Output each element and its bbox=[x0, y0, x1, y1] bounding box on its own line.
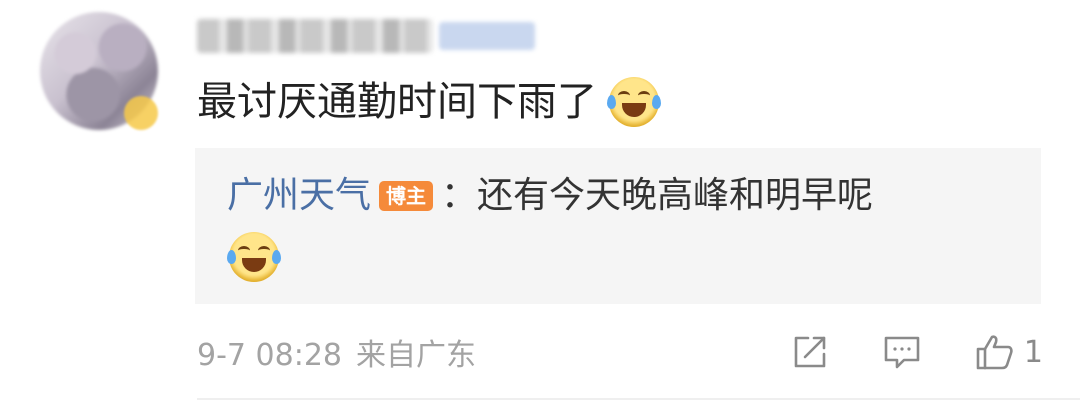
comment-footer: 9-7 08:28 来自广东 1 bbox=[197, 326, 1043, 378]
share-button[interactable] bbox=[790, 332, 830, 372]
comment-card: 最讨厌通勤时间下雨了 广州天气 博主 ： 还有今天晚高峰和明早呢 9-7 08:… bbox=[0, 0, 1080, 405]
comment-text: 最讨厌通勤时间下雨了 bbox=[197, 79, 597, 125]
timestamp: 9-7 08:28 bbox=[197, 338, 342, 373]
reply-separator: ： bbox=[441, 175, 478, 216]
username-blur bbox=[197, 19, 433, 53]
thumbs-up-icon bbox=[976, 335, 1013, 370]
user-tag-blur bbox=[439, 22, 535, 50]
like-count: 1 bbox=[1023, 334, 1043, 370]
divider bbox=[197, 398, 1080, 400]
username-blurred[interactable] bbox=[197, 16, 535, 56]
comment-button[interactable] bbox=[882, 332, 922, 372]
like-button[interactable]: 1 bbox=[974, 331, 1043, 373]
reply-text: 还有今天晚高峰和明早呢 bbox=[477, 175, 874, 216]
comment-actions: 1 bbox=[738, 326, 1043, 378]
comment-content: 最讨厌通勤时间下雨了 bbox=[197, 72, 661, 132]
source-location: 来自广东 bbox=[356, 338, 476, 373]
comment-meta: 9-7 08:28 来自广东 bbox=[197, 330, 476, 374]
share-icon bbox=[794, 336, 826, 368]
reply-box[interactable]: 广州天气 博主 ： 还有今天晚高峰和明早呢 bbox=[195, 148, 1041, 304]
blogger-badge: 博主 bbox=[379, 181, 434, 211]
avatar-verified-badge bbox=[124, 96, 158, 130]
reply-author-link[interactable]: 广州天气 bbox=[227, 168, 371, 224]
reply-line: 广州天气 博主 ： 还有今天晚高峰和明早呢 bbox=[227, 168, 873, 224]
comment-icon bbox=[884, 336, 920, 369]
laugh-cry-emoji-icon bbox=[607, 77, 661, 127]
laugh-cry-emoji-icon bbox=[227, 232, 281, 282]
